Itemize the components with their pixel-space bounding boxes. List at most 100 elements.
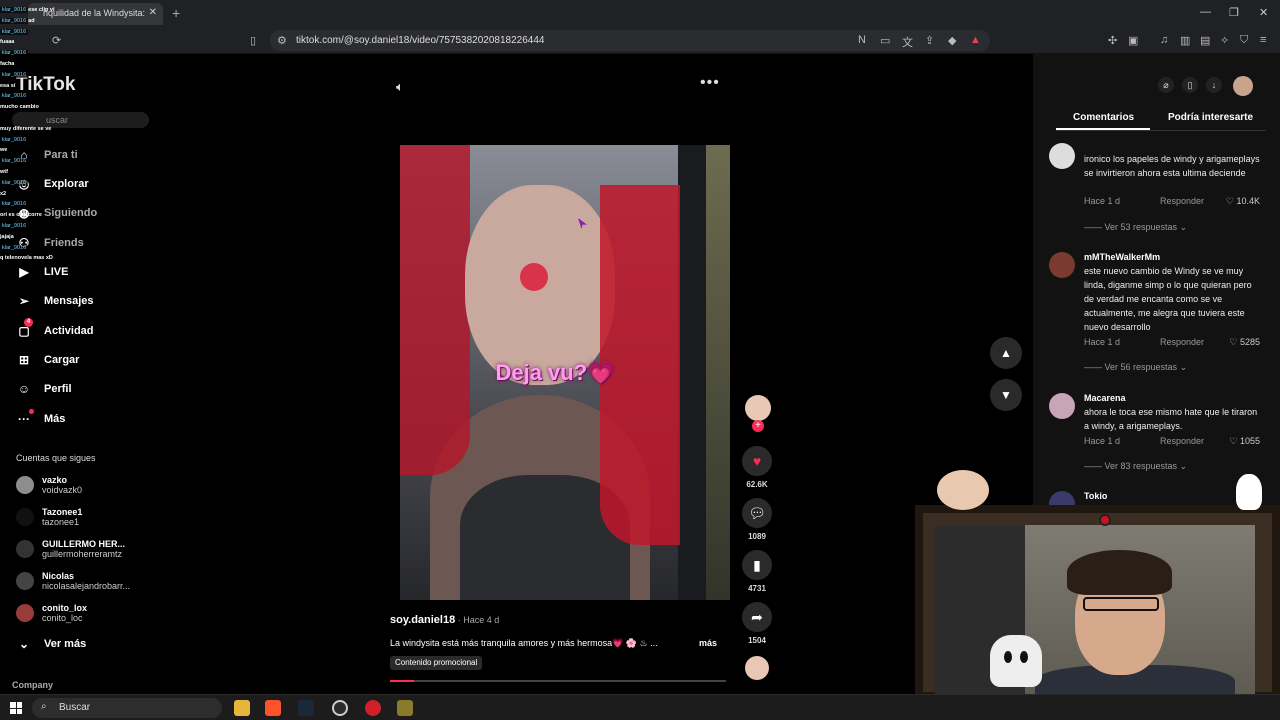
nav-messages[interactable]: ➢ Mensajes [16,294,94,308]
like-button[interactable]: ♥ 62.6K [741,446,773,489]
windows-start-icon[interactable] [10,702,22,714]
minimize-icon[interactable]: — [1200,6,1211,18]
menu-icon[interactable]: ≡ [1260,34,1266,46]
chat-line: muy diferente se ve [0,124,150,135]
bookmark-icon[interactable]: ▯ [250,34,256,47]
creator-avatar[interactable] [745,395,771,421]
downloads-icon[interactable]: ▤ [1200,34,1210,47]
description-more-button[interactable]: más [699,638,717,648]
site-settings-icon[interactable]: ⚙ [277,34,287,47]
next-video-button[interactable]: ▼ [990,379,1022,411]
video-progress-bar[interactable] [390,680,726,682]
tab-comments[interactable]: Comentarios [1073,112,1134,123]
obs-icon[interactable] [332,700,348,716]
brave-shield-icon[interactable]: ◆ [948,34,956,47]
media-icon[interactable]: ♫ [1160,34,1168,46]
embed-icon[interactable]: ⌀ [1158,77,1174,93]
save-count: 4731 [748,584,766,593]
user-avatar[interactable] [1233,76,1253,96]
streamer-hair [1067,550,1172,595]
author-name[interactable]: soy.daniel18 [390,614,455,626]
save-button[interactable]: ▮ 4731 [741,550,773,593]
music-disc-avatar[interactable] [745,656,769,680]
see-more-button[interactable]: ⌄ Ver más [16,637,86,651]
following-item[interactable]: GUILLERMO HER... guillermoherreramtz [16,539,125,559]
chat-line: klar_9016 [0,48,150,59]
video-subject-hair [400,145,470,475]
reply-button[interactable]: Responder [1160,337,1204,347]
share-count: 1504 [748,636,766,645]
extensions-icon[interactable]: ✣ [1108,34,1117,47]
app-icon[interactable] [365,700,381,716]
comment-username[interactable]: Macarena [1084,393,1126,403]
sidebar-icon[interactable]: ▥ [1180,34,1190,47]
download-icon[interactable]: ↓ [1206,77,1222,93]
leo-icon[interactable]: ✧ [1220,34,1229,47]
chat-line: jajaja [0,232,150,243]
ghostface-mask-icon [1236,474,1262,510]
steam-icon[interactable] [298,700,314,716]
nav-profile[interactable]: ☺ Perfil [16,382,72,396]
view-replies-button[interactable]: —— Ver 53 respuestas ⌄ [1084,222,1187,233]
ghost-eye [1004,651,1012,663]
reply-button[interactable]: Responder [1160,196,1204,206]
following-item[interactable]: conito_lox conito_loc [16,603,87,623]
chat-username: klar_9016 [0,158,29,165]
tab-divider [1056,130,1266,131]
volume-icon[interactable]: 🔈︎ [396,79,404,95]
nav-activity[interactable]: ▢ 4 Actividad [16,318,94,338]
file-explorer-icon[interactable] [234,700,250,716]
following-item[interactable]: Nicolas nicolasalejandrobarr... [16,571,130,591]
following-item[interactable]: Tazonee1 tazonee1 [16,507,82,527]
share-icon[interactable]: ⇪ [925,34,934,47]
comment-like-button[interactable]: ♡ 1055 [1229,436,1260,447]
comment-username[interactable]: Tokio [1084,491,1107,501]
cast-icon[interactable]: ▭ [880,34,890,47]
maximize-icon[interactable]: ❐ [1229,6,1239,19]
tab-might-interest[interactable]: Podría interesarte [1168,112,1253,123]
comment-like-button[interactable]: ♡ 5285 [1229,337,1260,348]
previous-video-button[interactable]: ▲ [990,337,1022,369]
nav-live[interactable]: ▶ LIVE [16,265,68,279]
vpn-icon[interactable]: ⛉ [1240,34,1248,47]
following-item[interactable]: vazko voidvazk0 [16,475,82,495]
phone-icon[interactable]: ▯ [1182,77,1198,93]
more-options-icon[interactable]: ••• [700,74,720,92]
company-link[interactable]: Company [12,680,53,690]
reader-mode-icon[interactable]: N [858,34,866,46]
follow-plus-icon[interactable]: + [752,420,764,432]
chat-username: klar_9016 [0,201,29,208]
game-app-icon[interactable] [397,700,413,716]
view-replies-button[interactable]: —— Ver 56 respuestas ⌄ [1084,362,1187,373]
chat-line: klar_9016 [0,27,150,38]
ghost-eye [1020,651,1028,663]
avatar[interactable] [1049,393,1075,419]
new-tab-icon[interactable]: + [172,5,180,21]
brave-browser-icon[interactable] [265,700,281,716]
avatar[interactable] [1049,143,1075,169]
video-author[interactable]: soy.daniel18 · Hace 4 d [390,614,499,626]
close-window-icon[interactable]: ✕ [1259,6,1268,19]
following-name: Tazonee1 [42,507,83,517]
nav-more[interactable]: ··· Más [16,409,65,426]
comment-like-button[interactable]: ♡ 10.4K [1226,196,1260,207]
nav-upload[interactable]: ⊞ Cargar [16,353,80,367]
brave-rewards-icon[interactable]: ▲ [970,34,981,46]
taskbar-search[interactable]: Buscar [32,698,222,718]
comment-username[interactable]: mMTheWalkerMm [1084,252,1160,262]
see-more-label: Ver más [44,638,87,650]
chat-line: klar_9016 ad [0,16,150,27]
avatar [16,476,34,494]
chat-line [0,113,150,124]
view-replies-button[interactable]: —— Ver 83 respuestas ⌄ [1084,461,1187,472]
chevron-down-icon: ⌄ [18,637,30,651]
comment-button[interactable]: 💬︎ 1089 [741,498,773,541]
wallet-icon[interactable]: ▣ [1128,34,1138,47]
reply-button[interactable]: Responder [1160,436,1204,446]
share-button[interactable]: ➦ 1504 [741,602,773,645]
url-text[interactable]: tiktok.com/@soy.daniel18/video/757538202… [296,35,544,46]
avatar[interactable] [1049,252,1075,278]
chat-username: klar_9016 [0,244,29,251]
active-tab-indicator [1056,128,1150,130]
translate-icon[interactable]: 文 [902,34,913,50]
